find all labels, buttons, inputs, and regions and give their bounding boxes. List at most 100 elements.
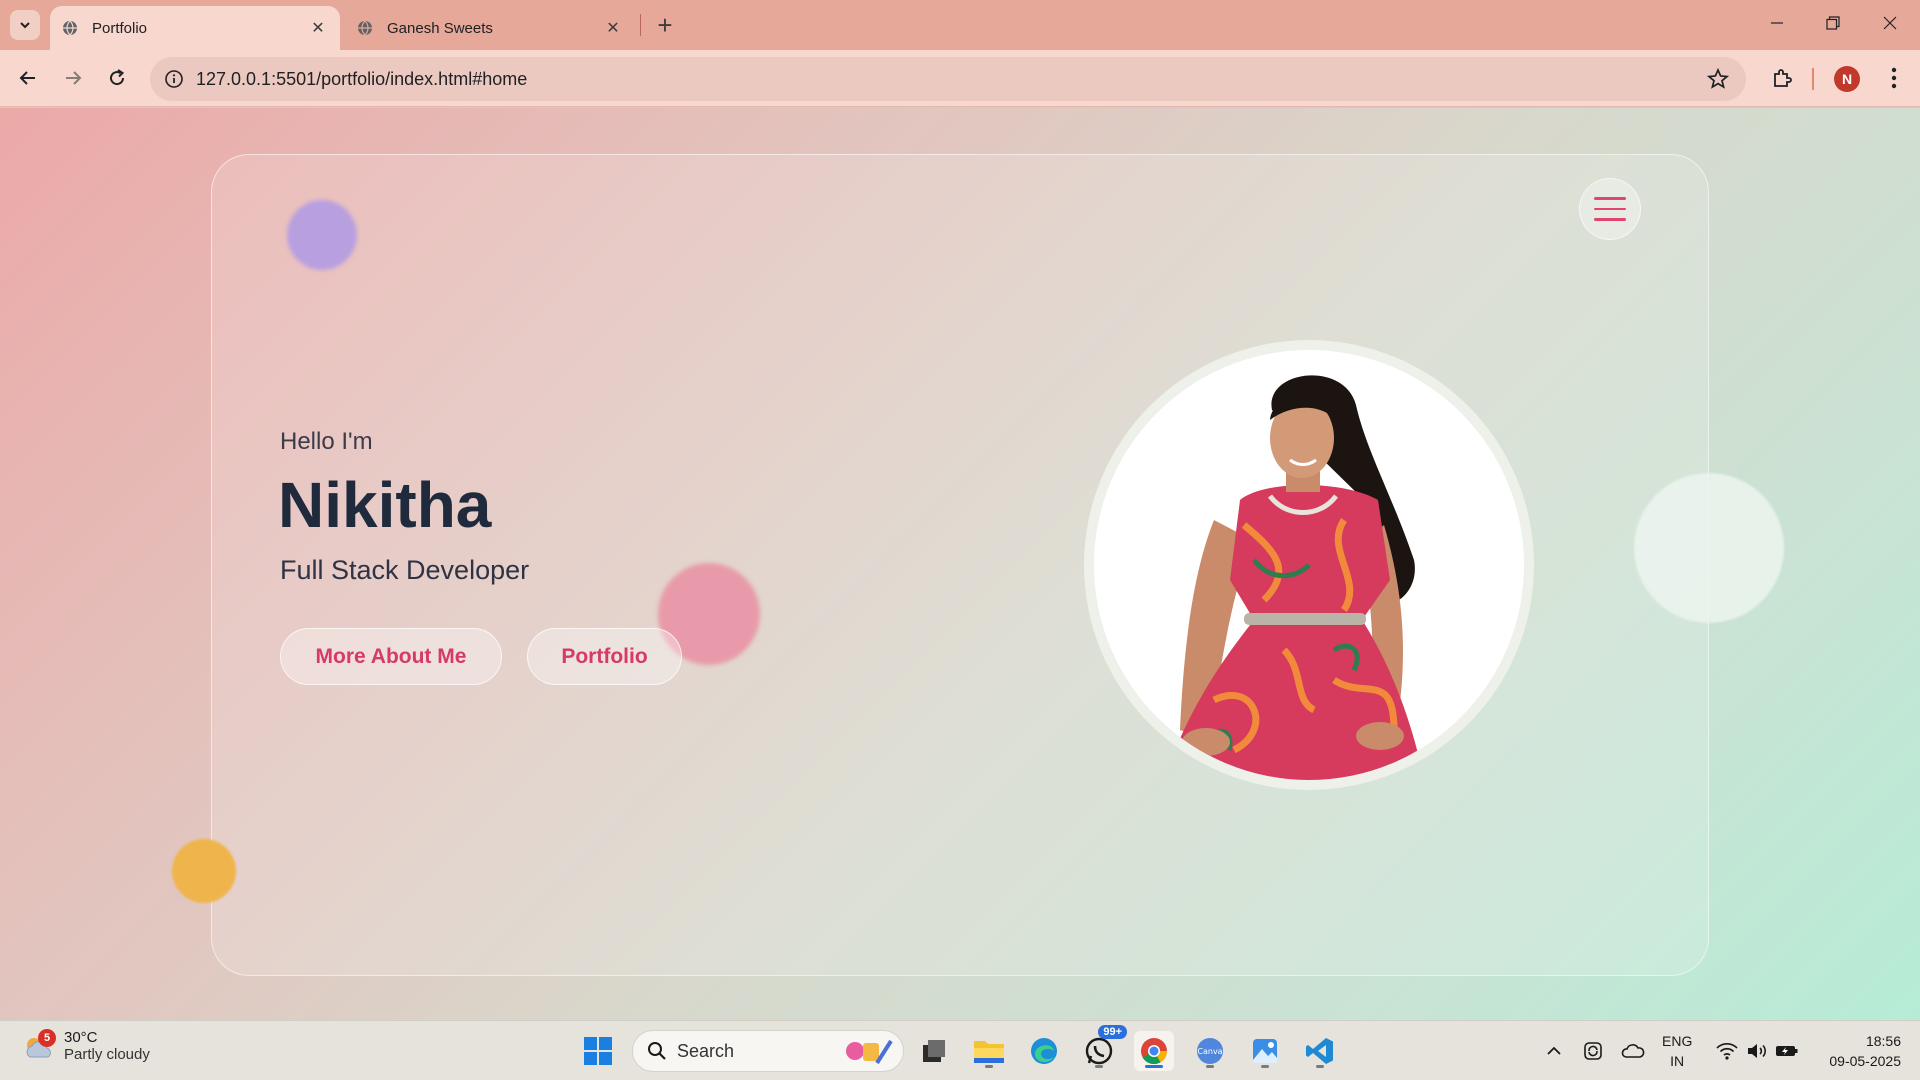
menu-line: [1594, 197, 1626, 200]
browser-tab-bar: Portfolio ✕ Ganesh Sweets ✕ +: [0, 0, 1920, 50]
extensions-button[interactable]: [1768, 64, 1796, 92]
windows-taskbar: 5 30°C Partly cloudy Search 99+ Canva EN…: [0, 1020, 1920, 1080]
running-indicator: [1261, 1065, 1269, 1068]
reload-button[interactable]: [99, 60, 135, 96]
address-bar[interactable]: 127.0.0.1:5501/portfolio/index.html#home: [150, 57, 1746, 101]
system-clock[interactable]: 18:56 09-05-2025: [1815, 1031, 1901, 1071]
decorative-purple-blob: [287, 200, 357, 270]
toolbar-divider: [1812, 68, 1814, 90]
decorative-orange-blob: [172, 839, 236, 903]
close-icon[interactable]: ✕: [603, 18, 623, 38]
battery-tray-button[interactable]: [1772, 1021, 1802, 1080]
edge-browser-button[interactable]: [1024, 1031, 1064, 1071]
language-region: IN: [1670, 1053, 1685, 1069]
running-indicator: [985, 1065, 993, 1068]
arrow-right-icon: [66, 71, 82, 85]
svg-text:Canva: Canva: [1197, 1047, 1222, 1056]
chrome-icon: [1141, 1038, 1168, 1065]
site-info-icon[interactable]: [164, 69, 184, 89]
volume-tray-button[interactable]: [1742, 1021, 1772, 1080]
active-indicator: [1145, 1065, 1163, 1068]
hero-greeting: Hello I'm: [280, 428, 373, 455]
weather-widget[interactable]: 5 30°C Partly cloudy: [22, 1029, 150, 1063]
tab-search-button[interactable]: [10, 10, 40, 40]
hero-name: Nikitha: [278, 469, 492, 541]
wifi-tray-button[interactable]: [1712, 1021, 1742, 1080]
clock-date: 09-05-2025: [1829, 1053, 1901, 1069]
puzzle-icon: [1774, 69, 1792, 87]
taskbar-search-box[interactable]: Search: [632, 1030, 904, 1072]
language-code: ENG: [1662, 1033, 1693, 1049]
chevron-down-icon: [20, 22, 30, 29]
tab-divider: [640, 14, 641, 36]
tab-title: Ganesh Sweets: [387, 19, 493, 37]
clock-time: 18:56: [1865, 1033, 1901, 1049]
bookmark-star-icon[interactable]: [1706, 67, 1730, 91]
profile-photo-frame: [1084, 340, 1534, 790]
browser-menu-button[interactable]: [1880, 64, 1908, 92]
close-icon[interactable]: ✕: [308, 18, 328, 38]
close-icon: [1883, 16, 1897, 30]
decorative-pale-blob: [1634, 473, 1784, 623]
plus-icon: +: [657, 9, 673, 40]
chrome-button[interactable]: [1134, 1031, 1174, 1071]
search-placeholder: Search: [677, 1040, 735, 1061]
running-indicator: [1095, 1065, 1103, 1068]
globe-icon: [62, 20, 78, 36]
forward-button[interactable]: [55, 60, 91, 96]
vscode-button[interactable]: [1300, 1031, 1340, 1071]
whatsapp-icon: [1085, 1037, 1113, 1065]
profile-photo: [1094, 350, 1524, 780]
search-icon: [648, 1042, 666, 1060]
url-text[interactable]: 127.0.0.1:5501/portfolio/index.html#home: [196, 69, 1706, 90]
close-window-button[interactable]: [1862, 0, 1918, 46]
photos-button[interactable]: [1245, 1031, 1285, 1071]
file-explorer-button[interactable]: [969, 1031, 1009, 1071]
edge-icon: [1031, 1038, 1057, 1064]
cloud-icon: [1621, 1044, 1645, 1058]
browser-toolbar: 127.0.0.1:5501/portfolio/index.html#home: [0, 50, 1920, 107]
minimize-icon: [1771, 22, 1783, 24]
tab-ganesh-sweets[interactable]: Ganesh Sweets ✕: [345, 6, 635, 50]
wifi-icon: [1716, 1042, 1738, 1060]
arrow-left-icon: [19, 71, 35, 85]
minimize-button[interactable]: [1749, 0, 1805, 46]
reload-icon: [110, 69, 125, 86]
running-indicator: [1206, 1065, 1214, 1068]
running-indicator: [1316, 1065, 1324, 1068]
hamburger-menu-button[interactable]: [1579, 178, 1641, 240]
language-indicator[interactable]: ENG IN: [1662, 1031, 1692, 1071]
menu-line: [1594, 207, 1626, 211]
weather-alert-badge: 5: [38, 1029, 56, 1047]
restore-button[interactable]: [1805, 0, 1861, 46]
weather-temperature: 30°C: [64, 1029, 98, 1046]
kebab-menu-icon: [1891, 67, 1897, 89]
back-button[interactable]: [10, 60, 46, 96]
sync-tray-button[interactable]: [1578, 1021, 1608, 1080]
task-view-icon: [923, 1040, 945, 1062]
portfolio-button[interactable]: Portfolio: [527, 628, 682, 685]
windows-logo-icon: [584, 1037, 612, 1065]
restore-icon: [1826, 16, 1840, 30]
task-view-button[interactable]: [914, 1031, 954, 1071]
start-button[interactable]: [578, 1031, 618, 1071]
profile-avatar[interactable]: N: [1834, 66, 1860, 92]
globe-icon: [357, 20, 373, 36]
new-tab-button[interactable]: +: [650, 10, 680, 40]
canva-icon: Canva: [1197, 1038, 1223, 1064]
weather-condition: Partly cloudy: [64, 1046, 150, 1063]
vscode-icon: [1306, 1038, 1333, 1064]
search-highlight-icon: [846, 1039, 893, 1065]
canva-button[interactable]: Canva: [1190, 1031, 1230, 1071]
whatsapp-button[interactable]: 99+: [1079, 1025, 1127, 1071]
tab-portfolio[interactable]: Portfolio ✕: [50, 6, 340, 50]
battery-charging-icon: [1776, 1046, 1798, 1056]
speaker-icon: [1748, 1044, 1766, 1058]
menu-line: [1594, 218, 1626, 221]
show-hidden-icons-button[interactable]: [1540, 1021, 1568, 1080]
cloud-tray-button[interactable]: [1618, 1021, 1648, 1080]
photos-icon: [1253, 1039, 1277, 1063]
more-about-me-button[interactable]: More About Me: [280, 628, 502, 685]
chevron-up-icon: [1547, 1046, 1561, 1055]
tab-title: Portfolio: [92, 19, 148, 37]
